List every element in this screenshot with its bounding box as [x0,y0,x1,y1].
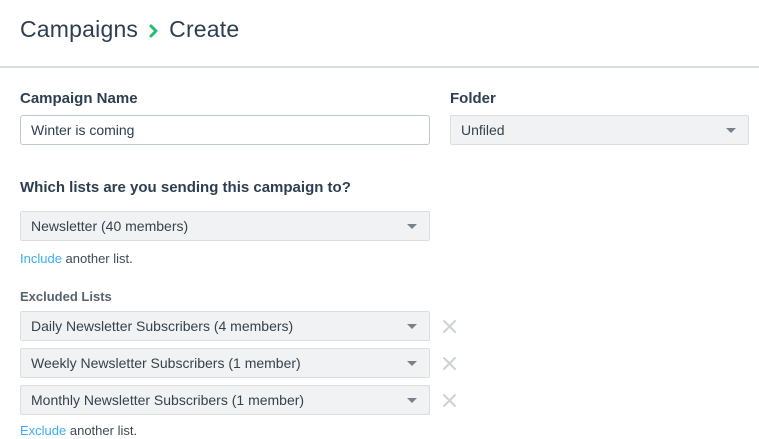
close-icon [442,319,457,334]
excluded-list-select-1[interactable]: Daily Newsletter Subscribers (4 members) [20,311,430,341]
excluded-list-selected-value: Weekly Newsletter Subscribers (1 member) [31,355,301,371]
exclude-line-text: another list. [66,423,137,438]
exclude-another-list-line: Exclude another list. [20,423,749,438]
page-header: Campaigns Create [0,0,759,68]
include-line-text: another list. [62,251,133,266]
excluded-list-row: Daily Newsletter Subscribers (4 members) [20,311,749,341]
remove-excluded-list-button[interactable] [440,391,458,409]
caret-down-icon [726,128,736,133]
included-list-selected-value: Newsletter (40 members) [31,218,188,234]
campaign-name-label: Campaign Name [20,90,430,107]
caret-down-icon [407,324,417,329]
include-another-list-line: Include another list. [20,251,749,266]
excluded-list-selected-value: Monthly Newsletter Subscribers (1 member… [31,392,304,408]
folder-select[interactable]: Unfiled [450,115,749,145]
folder-field-group: Folder Unfiled [450,90,749,145]
breadcrumb: Campaigns Create [20,16,739,43]
name-folder-row: Campaign Name Folder Unfiled [20,90,749,145]
campaign-name-input[interactable] [20,115,430,145]
chevron-right-icon [148,23,159,39]
breadcrumb-create: Create [169,16,239,43]
excluded-list-selected-value: Daily Newsletter Subscribers (4 members) [31,318,293,334]
breadcrumb-campaigns[interactable]: Campaigns [20,16,138,43]
lists-question-heading: Which lists are you sending this campaig… [20,179,749,196]
close-icon [442,393,457,408]
excluded-list-select-3[interactable]: Monthly Newsletter Subscribers (1 member… [20,385,430,415]
excluded-list-row: Monthly Newsletter Subscribers (1 member… [20,385,749,415]
caret-down-icon [407,361,417,366]
caret-down-icon [407,224,417,229]
excluded-list-select-2[interactable]: Weekly Newsletter Subscribers (1 member) [20,348,430,378]
excluded-lists-label: Excluded Lists [20,289,749,304]
campaign-create-form: Campaign Name Folder Unfiled Which lists… [0,68,759,438]
campaign-name-field-group: Campaign Name [20,90,430,145]
remove-excluded-list-button[interactable] [440,354,458,372]
exclude-link[interactable]: Exclude [20,423,66,438]
caret-down-icon [407,398,417,403]
close-icon [442,356,457,371]
include-link[interactable]: Include [20,251,62,266]
included-list-select[interactable]: Newsletter (40 members) [20,211,430,241]
folder-selected-value: Unfiled [461,122,505,138]
remove-excluded-list-button[interactable] [440,317,458,335]
excluded-list-row: Weekly Newsletter Subscribers (1 member) [20,348,749,378]
folder-label: Folder [450,90,749,107]
